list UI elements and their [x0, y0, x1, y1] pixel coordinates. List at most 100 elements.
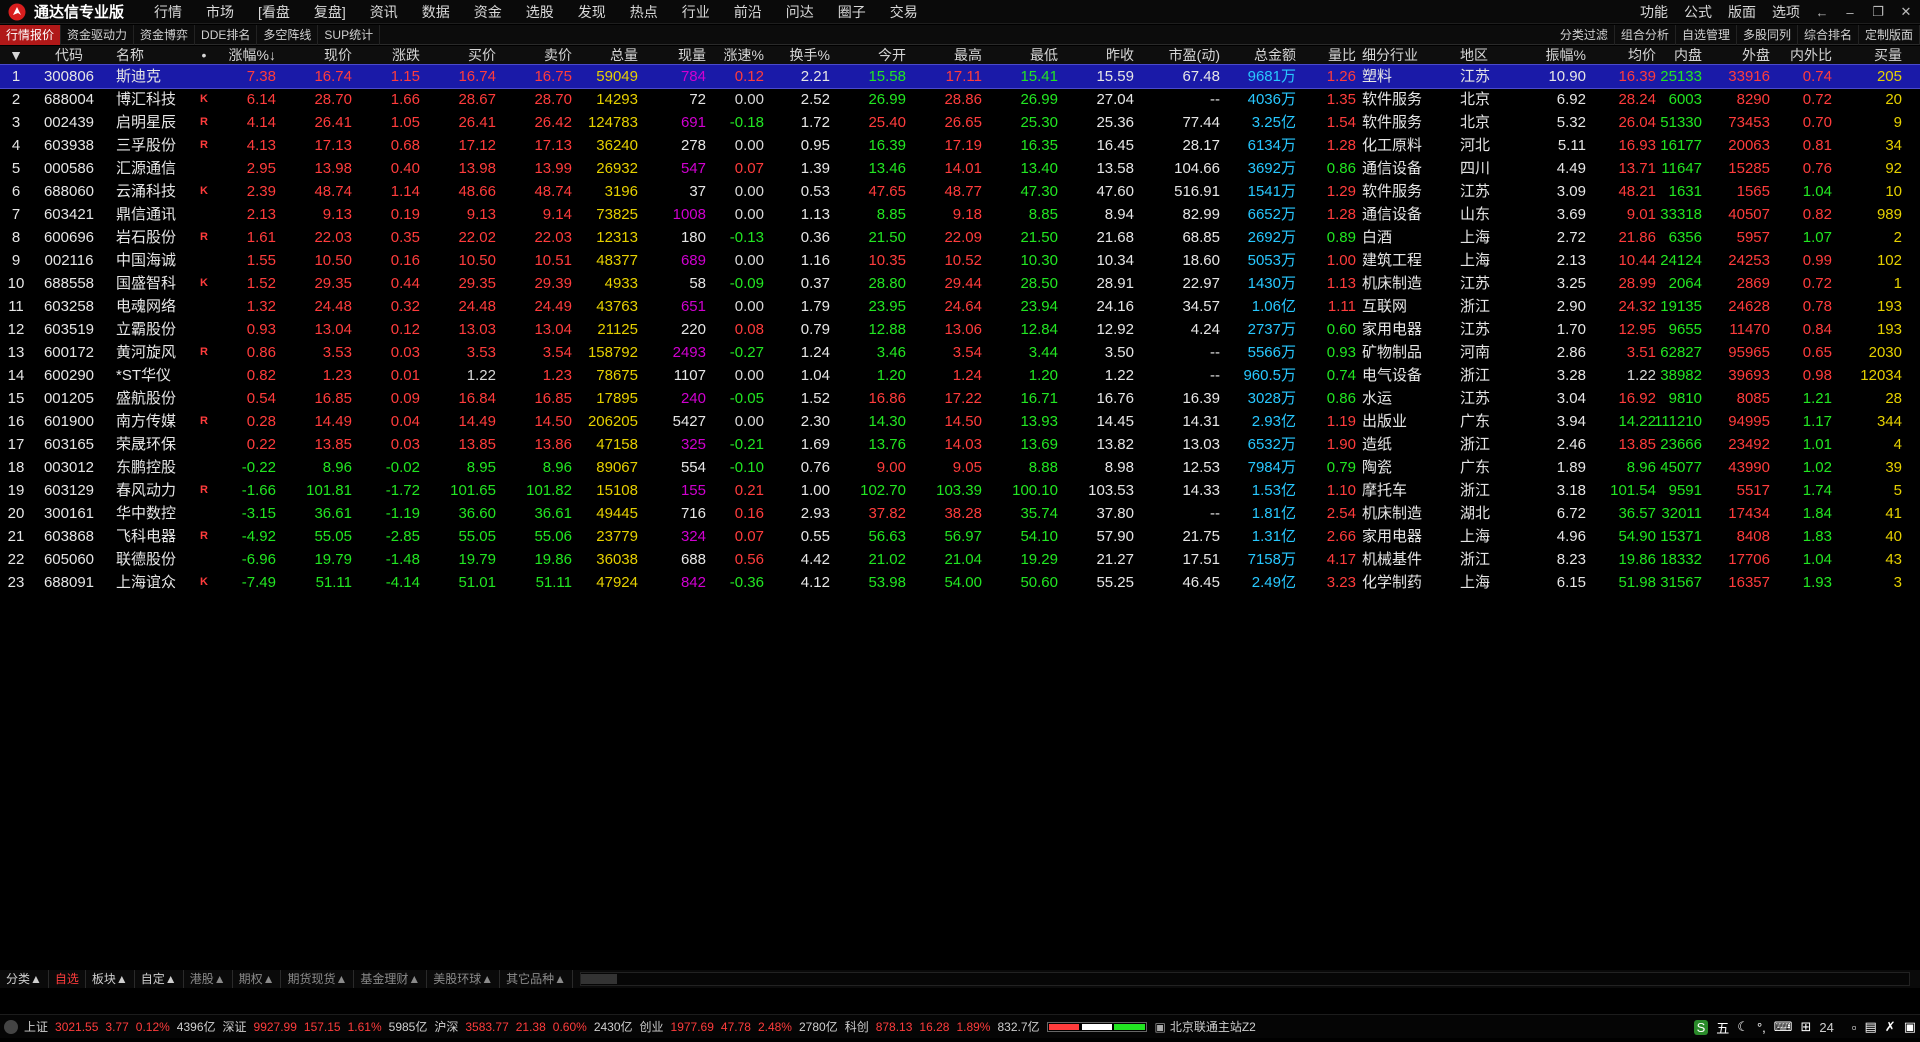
keyboard-icon[interactable]: ⌨ — [1774, 1019, 1793, 1035]
table-row[interactable]: 8 600696 岩石股份 R 1.61 22.03 0.35 22.02 22.03 12313… — [0, 226, 1920, 249]
menu-item-12[interactable]: 问达 — [786, 2, 814, 22]
table-row[interactable]: 5 000586 汇源通信 2.95 13.98 0.40 13.98 13.99 26932 5… — [0, 157, 1920, 180]
header-inner-outer-ratio[interactable]: 内外比 — [1774, 46, 1832, 64]
table-row[interactable]: 17 603165 荣晟环保 0.22 13.85 0.03 13.85 13.86 47158… — [0, 433, 1920, 456]
header-inner-vol[interactable]: 内盘 — [1640, 46, 1702, 64]
category-tab-3[interactable]: 自定▲ — [135, 970, 184, 988]
message-icon[interactable]: ▫ — [1852, 1020, 1857, 1035]
category-tab-4[interactable]: 港股▲ — [184, 970, 233, 988]
table-row[interactable]: 3 002439 启明星辰 R 4.14 26.41 1.05 26.41 26.42 12478… — [0, 111, 1920, 134]
menu-item-1[interactable]: 市场 — [206, 2, 234, 22]
header-amount[interactable]: 总金额 — [1224, 46, 1296, 64]
close-icon[interactable]: ✕ — [1892, 4, 1920, 20]
status-toggle-icon[interactable] — [4, 1019, 18, 1034]
toolbar-right-tab-3[interactable]: 多股同列 — [1737, 25, 1798, 45]
index-name[interactable]: 科创 — [845, 1018, 869, 1035]
scrollbar-thumb[interactable] — [581, 974, 617, 984]
horizontal-scrollbar[interactable] — [580, 972, 1910, 986]
menu-item-5[interactable]: 数据 — [422, 2, 450, 22]
table-row[interactable]: 6 688060 云涌科技 K 2.39 48.74 1.14 48.66 48.74 3196 3… — [0, 180, 1920, 203]
table-row[interactable]: 11 603258 电魂网络 1.32 24.48 0.32 24.48 24.49 43763… — [0, 295, 1920, 318]
toolbar-right-tab-4[interactable]: 综合排名 — [1798, 25, 1859, 45]
table-row[interactable]: 15 001205 盛航股份 0.54 16.85 0.09 16.84 16.85 17895… — [0, 387, 1920, 410]
header-change-pct[interactable]: 涨幅%↓ — [216, 46, 276, 64]
table-row[interactable]: 2 688004 博汇科技 K 6.14 28.70 1.66 28.67 28.70 14293… — [0, 88, 1920, 111]
header-high[interactable]: 最高 — [910, 46, 982, 64]
category-tab-2[interactable]: 板块▲ — [86, 970, 135, 988]
table-row[interactable]: 1 300806 斯迪克 7.38 16.74 1.15 16.74 16.75 59049 78… — [0, 64, 1920, 89]
menu-item-4[interactable]: 资讯 — [370, 2, 398, 22]
category-tab-1[interactable]: 自选 — [49, 970, 86, 988]
menu-item-0[interactable]: 行情 — [154, 2, 182, 22]
toolbar-right-tab-5[interactable]: 定制版面 — [1859, 25, 1920, 45]
header-region[interactable]: 地区 — [1460, 46, 1500, 64]
header-current-volume[interactable]: 现量 — [642, 46, 706, 64]
header-bid[interactable]: 买价 — [424, 46, 496, 64]
index-name[interactable]: 上证 — [24, 1018, 48, 1035]
monitor-icon[interactable]: ▣ — [1904, 1019, 1916, 1035]
header-bid-volume[interactable]: 买量 — [1836, 46, 1902, 64]
right-menu-item-2[interactable]: 版面 — [1728, 2, 1756, 22]
mute-icon[interactable]: ✗ — [1885, 1019, 1896, 1035]
toolbar-tab-2[interactable]: 资金博弈 — [134, 24, 196, 45]
toolbar-right-tab-1[interactable]: 组合分析 — [1615, 25, 1676, 45]
menu-item-14[interactable]: 交易 — [890, 2, 918, 22]
header-amplitude-pct[interactable]: 振幅% — [1522, 46, 1586, 64]
header-open[interactable]: 今开 — [836, 46, 906, 64]
right-menu-item-1[interactable]: 公式 — [1684, 2, 1712, 22]
table-row[interactable]: 21 603868 飞科电器 R -4.92 55.05 -2.85 55.05 55.06 23… — [0, 525, 1920, 548]
chat-icon[interactable]: ▤ — [1865, 1019, 1877, 1035]
menu-item-13[interactable]: 圈子 — [838, 2, 866, 22]
minimize-icon[interactable]: – — [1836, 5, 1864, 20]
menu-item-6[interactable]: 资金 — [474, 2, 502, 22]
moon-icon[interactable]: ☾ — [1737, 1019, 1749, 1035]
header-change[interactable]: 涨跌 — [356, 46, 420, 64]
table-row[interactable]: 22 605060 联德股份 -6.96 19.79 -1.48 19.79 19.86 360… — [0, 548, 1920, 571]
category-tab-9[interactable]: 其它品种▲ — [500, 970, 574, 988]
header-volume-ratio[interactable]: 量比 — [1300, 46, 1356, 64]
punctuation-icon[interactable]: °, — [1757, 1020, 1766, 1035]
header-outer-vol[interactable]: 外盘 — [1706, 46, 1770, 64]
toolbar-tab-5[interactable]: SUP统计 — [318, 24, 381, 45]
table-row[interactable]: 14 600290 *ST华仪 0.82 1.23 0.01 1.22 1.23 78675 11… — [0, 364, 1920, 387]
toolbar-right-tab-0[interactable]: 分类过滤 — [1554, 25, 1615, 45]
toolbar-right-tab-2[interactable]: 自选管理 — [1676, 25, 1737, 45]
category-tab-8[interactable]: 美股环球▲ — [427, 970, 501, 988]
category-tab-0[interactable]: 分类▲ — [0, 970, 49, 988]
index-name[interactable]: 深证 — [223, 1018, 247, 1035]
header-market-flag[interactable]: • — [192, 46, 216, 64]
menu-item-8[interactable]: 发现 — [578, 2, 606, 22]
header-price[interactable]: 现价 — [280, 46, 352, 64]
table-row[interactable]: 20 300161 华中数控 -3.15 36.61 -1.19 36.60 36.61 494… — [0, 502, 1920, 525]
header-ask[interactable]: 卖价 — [500, 46, 572, 64]
menu-item-3[interactable]: 复盘] — [314, 2, 346, 22]
right-menu-item-0[interactable]: 功能 — [1640, 2, 1668, 22]
menu-item-11[interactable]: 前沿 — [734, 2, 762, 22]
index-name[interactable]: 沪深 — [434, 1018, 458, 1035]
toolbar-tab-3[interactable]: DDE排名 — [195, 24, 258, 45]
right-menu-item-3[interactable]: 选项 — [1772, 2, 1800, 22]
category-tab-5[interactable]: 期权▲ — [233, 970, 282, 988]
header-pe-dynamic[interactable]: 市盈(动) — [1138, 46, 1220, 64]
menu-item-2[interactable]: [看盘 — [258, 2, 290, 22]
header-code[interactable]: 代码 — [34, 46, 104, 64]
toolbar-tab-4[interactable]: 多空阵线 — [257, 24, 319, 45]
table-row[interactable]: 16 601900 南方传媒 R 0.28 14.49 0.04 14.49 14.50 2062… — [0, 410, 1920, 433]
menu-item-9[interactable]: 热点 — [630, 2, 658, 22]
ime-mode-label[interactable]: 五 — [1716, 1018, 1729, 1037]
table-row[interactable]: 23 688091 上海谊众 K -7.49 51.11 -4.14 51.01 51.11 47… — [0, 571, 1920, 594]
menu-item-7[interactable]: 选股 — [526, 2, 554, 22]
table-row[interactable]: 10 688558 国盛智科 K 1.52 29.35 0.44 29.35 29.39 4933… — [0, 272, 1920, 295]
header-prev-close[interactable]: 昨收 — [1062, 46, 1134, 64]
category-tab-6[interactable]: 期货现货▲ — [281, 970, 355, 988]
table-row[interactable]: 4 603938 三孚股份 R 4.13 17.13 0.68 17.12 17.13 36240… — [0, 134, 1920, 157]
toolbar-tab-0[interactable]: 行情报价 — [0, 24, 62, 45]
table-row[interactable]: 12 603519 立霸股份 0.93 13.04 0.12 13.03 13.04 21125… — [0, 318, 1920, 341]
header-low[interactable]: 最低 — [986, 46, 1058, 64]
header-row-index[interactable]: ▼ — [4, 46, 28, 64]
grid-icon[interactable]: ⊞ — [1801, 1019, 1812, 1035]
table-row[interactable]: 9 002116 中国海诚 1.55 10.50 0.16 10.50 10.51 48377 6… — [0, 249, 1920, 272]
header-speed-pct[interactable]: 涨速% — [710, 46, 764, 64]
ime-logo-icon[interactable]: S — [1693, 1019, 1709, 1035]
table-row[interactable]: 13 600172 黄河旋风 R 0.86 3.53 0.03 3.53 3.54 158792 2… — [0, 341, 1920, 364]
